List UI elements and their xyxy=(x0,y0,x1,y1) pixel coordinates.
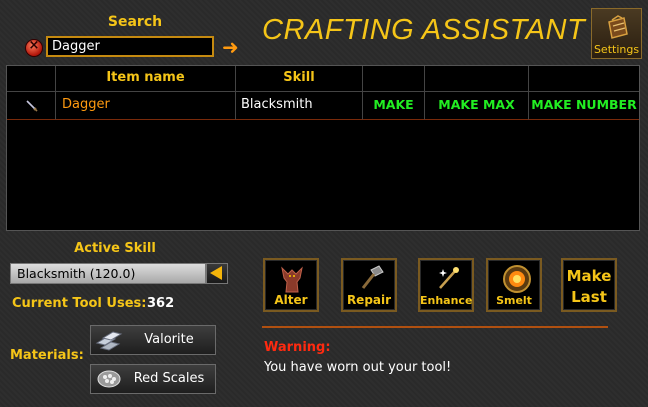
dagger-icon xyxy=(26,100,38,112)
active-skill-label: Active Skill xyxy=(74,241,156,256)
material-label: Valorite xyxy=(144,332,194,347)
header-make xyxy=(363,66,425,92)
backpack-icon xyxy=(608,15,628,39)
make-last-line2: Last xyxy=(571,288,607,306)
warning-title: Warning: xyxy=(264,340,331,355)
clear-search-button[interactable]: × xyxy=(25,38,43,57)
alter-label: Alter xyxy=(274,293,308,307)
forge-icon xyxy=(503,265,531,293)
gargoyle-icon xyxy=(281,266,303,293)
tool-uses-label: Current Tool Uses: xyxy=(12,296,147,311)
make-button[interactable]: MAKE xyxy=(363,92,425,120)
search-input[interactable] xyxy=(46,36,214,57)
smelt-button[interactable]: Smelt xyxy=(486,258,542,312)
ingots-icon xyxy=(95,331,123,351)
enhance-label: Enhance xyxy=(420,294,473,307)
x-circle-icon: × xyxy=(28,38,40,53)
make-last-button[interactable]: Make Last xyxy=(561,258,617,312)
header-make-max xyxy=(425,66,529,92)
header-icon-col xyxy=(7,66,56,92)
active-skill-select[interactable]: Blacksmith (120.0) xyxy=(10,263,206,284)
row-icon-cell xyxy=(7,92,56,120)
make-last-label: Make Last xyxy=(563,266,615,308)
smelt-label: Smelt xyxy=(496,294,532,307)
make-max-button[interactable]: MAKE MAX xyxy=(425,92,529,120)
materials-label: Materials: xyxy=(10,348,84,363)
repair-button[interactable]: Repair xyxy=(341,258,397,312)
wand-icon xyxy=(439,267,459,289)
header-item-name: Item name xyxy=(56,66,236,92)
settings-label: Settings xyxy=(593,43,640,56)
make-last-line1: Make xyxy=(566,267,612,285)
header-skill: Skill xyxy=(236,66,363,92)
chevron-left-icon xyxy=(210,266,222,280)
tool-uses-value: 362 xyxy=(147,296,175,311)
material-valorite-button[interactable]: Valorite xyxy=(90,325,216,355)
skill-cell: Blacksmith xyxy=(236,92,363,120)
divider xyxy=(262,326,608,328)
dropdown-arrow-button[interactable] xyxy=(206,263,228,284)
scales-icon xyxy=(97,370,121,388)
recipe-table: Item name Skill Dagger Blacksmith MAKE M… xyxy=(6,65,640,231)
enhance-button[interactable]: Enhance xyxy=(418,258,474,312)
item-name-cell[interactable]: Dagger xyxy=(56,92,236,120)
header-make-number xyxy=(529,66,639,92)
material-red-scales-button[interactable]: Red Scales xyxy=(90,364,216,394)
arrow-right-icon[interactable]: ➜ xyxy=(222,37,239,57)
warning-message: You have worn out your tool! xyxy=(264,360,452,375)
alter-button[interactable]: Alter xyxy=(263,258,319,312)
search-label: Search xyxy=(107,14,163,30)
app-title: CRAFTING ASSISTANT xyxy=(262,14,586,46)
make-number-button[interactable]: MAKE NUMBER xyxy=(529,92,639,120)
material-label: Red Scales xyxy=(133,371,205,386)
repair-label: Repair xyxy=(346,293,392,307)
settings-button[interactable]: Settings xyxy=(591,8,642,59)
hammer-icon xyxy=(361,265,384,289)
